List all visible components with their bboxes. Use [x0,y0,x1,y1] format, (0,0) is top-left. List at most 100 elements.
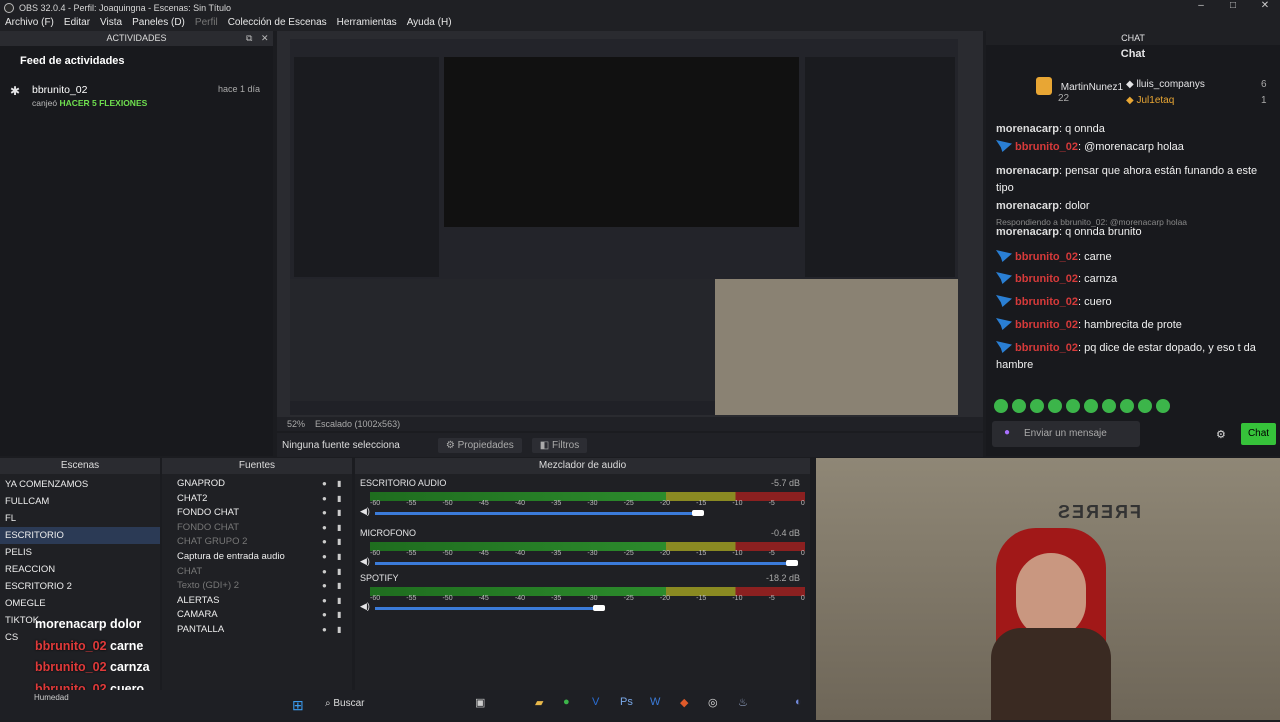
preview-area[interactable] [277,31,983,431]
chat-username[interactable]: morenacarp [996,123,1059,135]
scene-item[interactable]: PELIS [0,544,160,561]
visibility-icon[interactable]: ● [322,521,327,536]
visibility-icon[interactable]: ● [322,623,327,638]
source-item[interactable]: FONDO CHAT ● ▮ [162,521,352,536]
close-icon[interactable]: ✕ [1249,0,1280,15]
lock-icon[interactable]: ▮ [337,550,341,565]
chat-username[interactable]: morenacarp [996,200,1059,212]
volume-knob[interactable] [691,510,704,516]
source-item[interactable]: Captura de entrada audio ● ▮ [162,550,352,565]
scale-select[interactable]: Escalado (1002x563) [315,419,400,429]
preview-screen[interactable] [290,39,958,415]
source-item[interactable]: FONDO CHAT ● ▮ [162,506,352,521]
folder-icon[interactable]: ▰ [535,696,543,709]
chat-username[interactable]: bbrunito_02 [1015,141,1078,153]
obs-taskbar-icon[interactable]: ◎ [708,696,718,709]
visibility-icon[interactable]: ● [322,506,327,521]
close-dock-icon[interactable]: ✕ [261,31,269,46]
lock-icon[interactable]: ▮ [337,608,341,623]
zoom-level[interactable]: 52% [287,419,305,429]
menu-0[interactable]: Archivo (F) [0,15,59,31]
scene-item[interactable]: OMEGLE [0,595,160,612]
chat-username[interactable]: bbrunito_02 [1015,296,1078,308]
chat-username[interactable]: bbrunito_02 [1015,342,1078,354]
mic-icon[interactable]: ● [1004,427,1010,438]
scene-item[interactable]: REACCION [0,561,160,578]
float-icon[interactable]: ⧉ [246,31,252,46]
visibility-icon[interactable]: ● [322,477,327,492]
chat-username[interactable]: bbrunito_02 [1015,273,1078,285]
lock-icon[interactable]: ▮ [337,521,341,536]
brave-icon[interactable]: ◆ [680,696,688,709]
source-item[interactable]: CHAT2 ● ▮ [162,492,352,507]
settings-icon[interactable]: ⚙ [1216,428,1226,441]
source-item[interactable]: ALERTAS ● ▮ [162,594,352,609]
tick-label: -5 [768,500,775,507]
discord-icon[interactable]: ◐ [795,696,802,708]
lock-icon[interactable]: ▮ [337,623,341,638]
volume-knob[interactable] [786,560,799,566]
minimize-icon[interactable]: – [1185,0,1217,15]
volume-slider[interactable] [375,607,599,610]
visibility-icon[interactable]: ● [322,579,327,594]
volume-knob[interactable] [592,605,605,611]
source-item[interactable]: GNAPROD ● ▮ [162,477,352,492]
visibility-icon[interactable]: ● [322,550,327,565]
taskbar-search[interactable]: ⌕ Buscar [325,698,365,709]
word-icon[interactable]: W [650,696,660,708]
visibility-icon[interactable]: ● [322,608,327,623]
scene-item[interactable]: YA COMENZAMOS [0,476,160,493]
lock-icon[interactable]: ▮ [337,535,341,550]
volume-slider[interactable] [375,512,698,515]
lock-icon[interactable]: ▮ [337,506,341,521]
emote-row[interactable] [994,399,1174,413]
properties-button[interactable]: ⚙ Propiedades [437,437,522,453]
source-item[interactable]: CHAT GRUPO 2 ● ▮ [162,535,352,550]
visibility-icon[interactable]: ● [322,492,327,507]
kick-badge-icon [996,272,1012,284]
weather-widget[interactable]: Humedad [34,693,69,702]
chat-username[interactable]: bbrunito_02 [1015,319,1078,331]
leader-1[interactable]: MartinNunez1 22 [1036,77,1123,104]
photoshop-icon[interactable]: Ps [620,696,633,708]
spotify-icon[interactable]: ● [563,696,570,708]
chat-send-button[interactable]: Chat [1241,423,1276,445]
scene-item[interactable]: ESCRITORIO [0,527,160,544]
steam-icon[interactable]: ♨ [738,696,748,709]
menu-4[interactable]: Perfil [190,15,223,31]
menu-3[interactable]: Paneles (D) [127,15,190,31]
chat-username[interactable]: morenacarp [996,226,1059,238]
visibility-icon[interactable]: ● [322,535,327,550]
leader-2[interactable]: ◆ lluis_companys 6 [1126,79,1267,90]
files-icon[interactable]: ▣ [475,696,485,709]
speaker-icon[interactable]: ◀) [360,506,370,517]
scene-item[interactable]: FL [0,510,160,527]
lock-icon[interactable]: ▮ [337,565,341,580]
source-item[interactable]: CHAT ● ▮ [162,565,352,580]
lock-icon[interactable]: ▮ [337,579,341,594]
volume-slider[interactable] [375,562,793,565]
chat-username[interactable]: morenacarp [996,165,1059,177]
menu-7[interactable]: Ayuda (H) [402,15,457,31]
menu-6[interactable]: Herramientas [332,15,402,31]
lock-icon[interactable]: ▮ [337,492,341,507]
lock-icon[interactable]: ▮ [337,477,341,492]
lock-icon[interactable]: ▮ [337,594,341,609]
visibility-icon[interactable]: ● [322,594,327,609]
scene-item[interactable]: FULLCAM [0,493,160,510]
chat-username[interactable]: bbrunito_02 [1015,251,1078,263]
vegas-icon[interactable]: V [592,696,599,708]
menu-5[interactable]: Colección de Escenas [223,15,332,31]
speaker-icon[interactable]: ◀) [360,601,370,612]
maximize-icon[interactable]: □ [1217,0,1249,15]
scene-item[interactable]: ESCRITORIO 2 [0,578,160,595]
chat-input[interactable]: ● Enviar un mensaje [992,421,1140,447]
start-icon[interactable]: ⊞ [292,697,304,714]
source-item[interactable]: Texto (GDI+) 2 ● ▮ [162,579,352,594]
visibility-icon[interactable]: ● [322,565,327,580]
menu-1[interactable]: Editar [59,15,95,31]
speaker-icon[interactable]: ◀) [360,556,370,567]
menu-2[interactable]: Vista [95,15,127,31]
leader-3[interactable]: ◆ Jul1etaq 1 [1126,95,1267,106]
filters-button[interactable]: ◧ Filtros [531,437,588,453]
